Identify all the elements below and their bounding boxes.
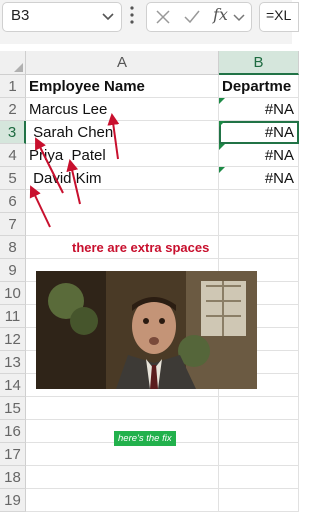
- row-header[interactable]: 7: [0, 213, 26, 236]
- check-icon[interactable]: [183, 9, 201, 25]
- error-indicator-icon: [219, 98, 225, 104]
- empty-cell[interactable]: [219, 190, 299, 213]
- row-header[interactable]: 1: [0, 75, 26, 98]
- row-header[interactable]: 19: [0, 489, 26, 512]
- row-header[interactable]: 12: [0, 328, 26, 351]
- row-header[interactable]: 18: [0, 466, 26, 489]
- column-header-b[interactable]: B: [219, 51, 299, 75]
- insert-function-icon[interactable]: fx: [213, 5, 228, 24]
- column-header-a[interactable]: A: [26, 51, 219, 75]
- empty-cell[interactable]: [219, 489, 299, 512]
- empty-cell[interactable]: [26, 190, 219, 213]
- more-options-icon[interactable]: [129, 4, 135, 26]
- fix-caption-badge: here's the fix: [114, 431, 176, 446]
- row-header[interactable]: 9: [0, 259, 26, 282]
- row-header-selected[interactable]: 3: [0, 121, 26, 144]
- name-cell[interactable]: Sarah Chen: [26, 121, 219, 144]
- row-header[interactable]: 13: [0, 351, 26, 374]
- empty-cell[interactable]: [219, 466, 299, 489]
- error-indicator-icon: [219, 144, 225, 150]
- spreadsheet-grid: A B 1 2 3 4 5 6 7 8 9 10 11 12 13 14 15 …: [0, 51, 299, 520]
- reaction-image: [36, 271, 257, 389]
- row-header[interactable]: 16: [0, 420, 26, 443]
- corner-triangle-icon: [14, 63, 23, 72]
- department-cell[interactable]: #NA: [219, 144, 299, 167]
- annotation-text: there are extra spaces: [72, 240, 210, 255]
- cancel-icon[interactable]: [155, 9, 171, 25]
- empty-cell[interactable]: [219, 443, 299, 466]
- header-cell-department[interactable]: Departme: [219, 75, 299, 98]
- name-box-value: B3: [11, 7, 30, 24]
- row-header[interactable]: 14: [0, 374, 26, 397]
- formula-bar: B3 fx =XL: [0, 0, 299, 44]
- header-cell-employee-name[interactable]: Employee Name: [26, 75, 219, 98]
- error-value: #NA: [264, 170, 294, 187]
- error-value: #NA: [264, 101, 294, 118]
- row-header[interactable]: 6: [0, 190, 26, 213]
- name-cell[interactable]: Priya Patel: [26, 144, 219, 167]
- formula-input[interactable]: =XL: [259, 2, 299, 32]
- empty-cell[interactable]: [26, 213, 219, 236]
- formula-controls: fx: [146, 2, 252, 32]
- name-cell[interactable]: Marcus Lee: [26, 98, 219, 121]
- row-header[interactable]: 10: [0, 282, 26, 305]
- formula-text: =XL: [266, 7, 292, 23]
- department-cell-active[interactable]: #NA: [219, 121, 299, 144]
- name-box[interactable]: B3: [2, 2, 122, 32]
- error-value: #NA: [264, 147, 294, 164]
- empty-cell[interactable]: [26, 397, 219, 420]
- row-header[interactable]: 4: [0, 144, 26, 167]
- row-header[interactable]: 17: [0, 443, 26, 466]
- empty-cell[interactable]: [26, 466, 219, 489]
- chevron-down-icon[interactable]: [233, 11, 245, 23]
- error-value: #NA: [264, 124, 294, 141]
- row-header[interactable]: 11: [0, 305, 26, 328]
- empty-cell[interactable]: [26, 443, 219, 466]
- error-indicator-icon: [219, 121, 225, 127]
- error-indicator-icon: [219, 167, 225, 173]
- name-cell[interactable]: David Kim: [26, 167, 219, 190]
- chevron-down-icon: [102, 13, 114, 21]
- row-header[interactable]: 5: [0, 167, 26, 190]
- empty-cell[interactable]: [219, 420, 299, 443]
- empty-cell[interactable]: [219, 213, 299, 236]
- select-all-corner[interactable]: [0, 51, 26, 75]
- row-header[interactable]: 2: [0, 98, 26, 121]
- department-cell[interactable]: #NA: [219, 167, 299, 190]
- empty-cell[interactable]: [219, 236, 299, 259]
- row-header[interactable]: 15: [0, 397, 26, 420]
- row-header[interactable]: 8: [0, 236, 26, 259]
- department-cell[interactable]: #NA: [219, 98, 299, 121]
- reaction-image-drawing: [36, 271, 257, 389]
- empty-cell[interactable]: [26, 489, 219, 512]
- empty-cell[interactable]: [219, 397, 299, 420]
